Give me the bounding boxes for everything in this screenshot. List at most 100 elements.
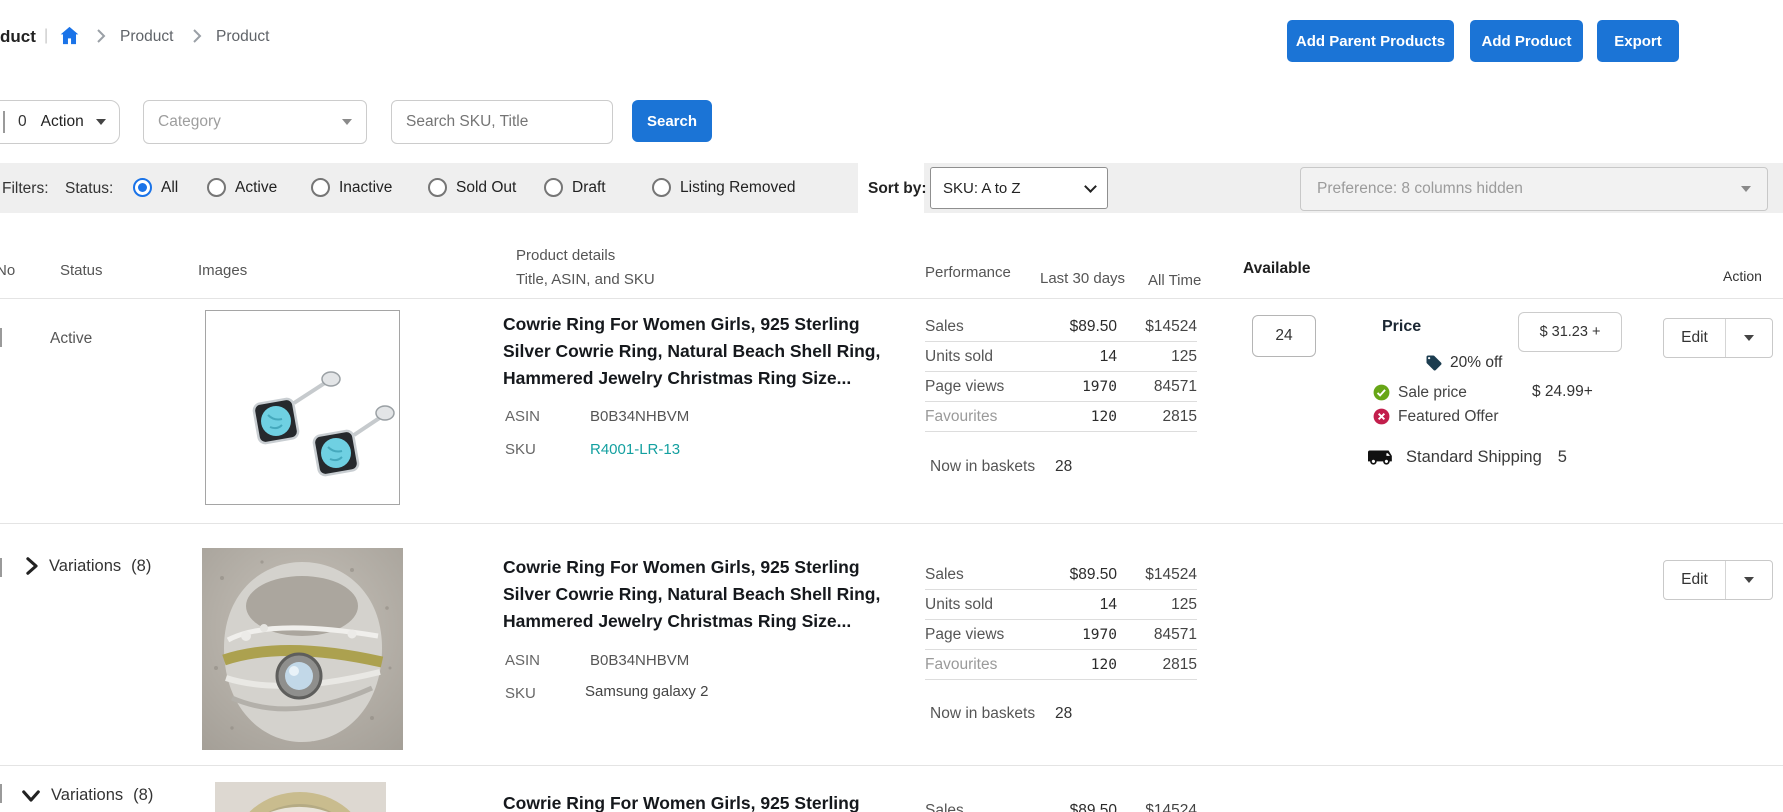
search-input[interactable] (391, 100, 613, 144)
status-filter-all[interactable]: All (133, 178, 178, 197)
sort-select[interactable]: SKU: A to Z (930, 167, 1108, 209)
perf-label: Sales (925, 566, 1045, 584)
header-divider (0, 298, 1783, 299)
edit-button-group: Edit (1663, 318, 1773, 358)
radio-selected-icon (133, 178, 152, 197)
chevron-down-icon (96, 119, 106, 125)
chevron-right-icon (24, 556, 39, 576)
product-management-page: duct | Product Product Add Parent Produc… (0, 0, 1783, 812)
filters-label: Filters: (2, 180, 49, 198)
asin-label: ASIN (505, 652, 540, 669)
sku-value: Samsung galaxy 2 (585, 683, 708, 700)
edit-dropdown-toggle[interactable] (1726, 319, 1772, 357)
perf-label: Page views (925, 378, 1045, 396)
sale-price-row: Sale price (1372, 383, 1467, 402)
export-button[interactable]: Export (1597, 20, 1679, 62)
now-in-baskets-value: 28 (1055, 705, 1072, 723)
chevron-down-icon (21, 788, 41, 803)
perf-row-favourites: Favourites 120 2815 (925, 402, 1197, 432)
breadcrumb-item-product-2[interactable]: Product (216, 28, 269, 46)
radio-label: Inactive (339, 179, 392, 197)
variations-toggle[interactable]: Variations (8) (24, 556, 151, 576)
perf-alltime-value: $14524 (1117, 566, 1197, 584)
variations-label: Variations (51, 786, 123, 805)
product-image[interactable] (202, 548, 403, 750)
perf-row-favourites: Favourites 120 2815 (925, 650, 1197, 680)
column-header-images: Images (198, 262, 247, 279)
status-filter-inactive[interactable]: Inactive (311, 178, 392, 197)
variations-toggle-expanded[interactable]: Variations (8) (21, 786, 153, 805)
chevron-down-icon (1744, 577, 1754, 583)
column-header-last-30-days: Last 30 days (1040, 270, 1125, 287)
category-select[interactable]: Category (143, 100, 367, 144)
sort-select-value: SKU: A to Z (943, 180, 1021, 197)
perf-row-units: Units sold 14 125 (925, 342, 1197, 372)
perf-row-units: Units sold 14 125 (925, 590, 1197, 620)
sku-link[interactable]: R4001-LR-13 (590, 441, 680, 458)
chevron-down-icon (1084, 180, 1097, 193)
perf-row-sales: Sales $89.50 $14524 (925, 560, 1197, 590)
row-checkbox-clipped[interactable] (0, 558, 2, 577)
ring-photo (202, 548, 403, 750)
row-checkbox-clipped[interactable] (0, 784, 2, 803)
product-image[interactable] (205, 310, 400, 505)
edit-button[interactable]: Edit (1664, 319, 1725, 357)
radio-icon (428, 178, 447, 197)
product-title: Cowrie Ring For Women Girls, 925 Sterlin… (503, 311, 905, 392)
available-quantity-input[interactable] (1252, 315, 1316, 357)
preference-select[interactable]: Preference: 8 columns hidden (1300, 167, 1768, 211)
action-button-label: Action (41, 113, 84, 131)
performance-table: Sales $89.50 $14524 Units sold 14 125 Pa… (925, 560, 1197, 680)
shipping-label: Standard Shipping (1406, 448, 1542, 467)
column-header-performance: Performance (925, 264, 1011, 281)
breadcrumb-item-product-1[interactable]: Product (120, 28, 173, 46)
perf-30d-value: 120 (1045, 657, 1117, 673)
status-filter-active[interactable]: Active (207, 178, 277, 197)
sku-label: SKU (505, 441, 536, 458)
column-header-no: No (0, 262, 15, 279)
now-in-baskets-value: 28 (1055, 458, 1072, 476)
add-parent-products-button[interactable]: Add Parent Products (1287, 20, 1454, 62)
radio-label: Draft (572, 179, 606, 197)
row-divider (0, 523, 1783, 524)
ring-photo-partial (215, 782, 386, 812)
perf-30d-value: 14 (1045, 596, 1117, 614)
now-in-baskets-label: Now in baskets (930, 705, 1035, 723)
product-title: Cowrie Ring For Women Girls, 925 Sterlin… (503, 790, 905, 812)
title-divider: | (44, 27, 48, 45)
perf-label: Sales (925, 802, 1045, 812)
status-badge: Active (50, 330, 92, 348)
product-image[interactable] (215, 782, 386, 812)
shipping-count: 5 (1558, 448, 1567, 467)
column-header-available: Available (1243, 260, 1311, 278)
chevron-down-icon (1744, 335, 1754, 341)
sort-by-label: Sort by: (868, 180, 927, 198)
edit-dropdown-toggle[interactable] (1726, 561, 1772, 599)
now-in-baskets-label: Now in baskets (930, 458, 1035, 476)
home-icon[interactable] (58, 24, 81, 47)
status-filter-sold-out[interactable]: Sold Out (428, 178, 516, 197)
discount-value: 20% off (1450, 354, 1502, 372)
edit-button[interactable]: Edit (1664, 561, 1725, 599)
variations-count: (8) (131, 557, 151, 576)
performance-table: Sales $89.50 $14524 (925, 796, 1197, 812)
status-filter-draft[interactable]: Draft (544, 178, 606, 197)
search-button[interactable]: Search (632, 100, 712, 142)
column-header-all-time: All Time (1148, 272, 1201, 289)
row-checkbox-clipped[interactable] (0, 328, 2, 347)
perf-label: Units sold (925, 596, 1045, 614)
status-filter-listing-removed[interactable]: Listing Removed (652, 178, 795, 197)
variations-count: (8) (133, 786, 153, 805)
price-input[interactable]: $ 31.23 + (1518, 312, 1622, 352)
radio-icon (544, 178, 563, 197)
asin-value: B0B34NHBVM (590, 408, 689, 425)
row-checkbox-clipped[interactable] (3, 111, 5, 133)
column-header-status: Status (60, 262, 103, 279)
radio-icon (652, 178, 671, 197)
bulk-action-button[interactable]: 0 Action (0, 100, 120, 144)
perf-label: Page views (925, 626, 1045, 644)
asin-value: B0B34NHBVM (590, 652, 689, 669)
add-product-button[interactable]: Add Product (1470, 20, 1583, 62)
breadcrumb-chevron-icon (94, 28, 108, 44)
perf-row-views: Page views 1970 84571 (925, 372, 1197, 402)
